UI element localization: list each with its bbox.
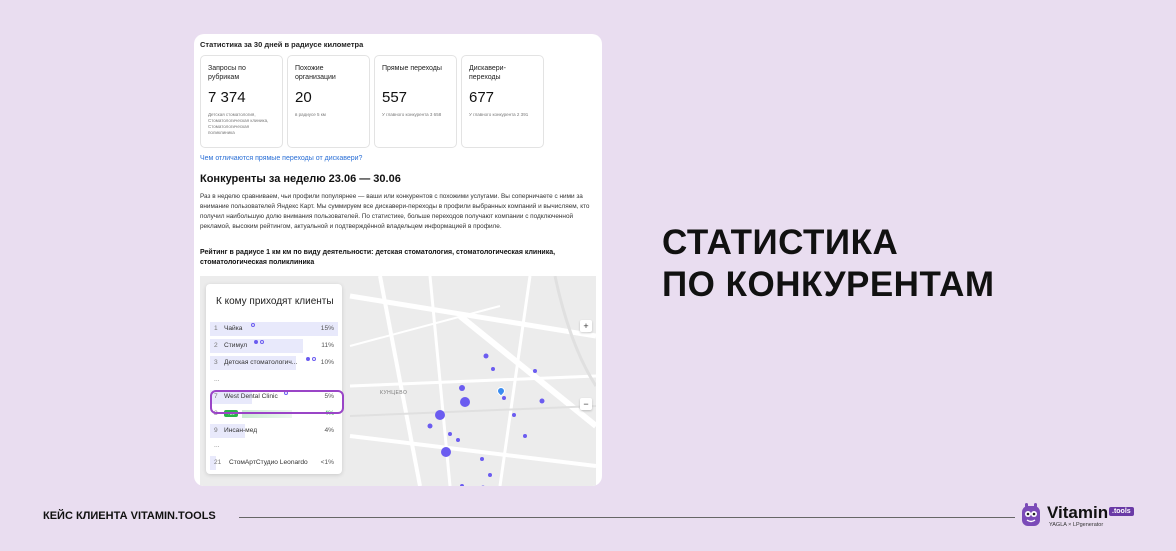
competitor-name: СтомАртСтудио Leonardo xyxy=(229,459,308,466)
competitor-row[interactable]: 1 Чайка 15% xyxy=(210,322,338,336)
competitors-panel: К кому приходят клиенты 1 Чайка 15% 2 Ст… xyxy=(206,284,342,474)
headline-line-1: СТАТИСТИКА xyxy=(662,223,899,262)
map-marker-icon xyxy=(254,340,258,344)
competitor-row[interactable]: 21 СтомАртСтудио Leonardo <1% xyxy=(210,456,338,470)
rank: 3 xyxy=(214,359,218,366)
district-label: КУНЦЕВО xyxy=(380,390,408,396)
ellipsis: ... xyxy=(214,442,220,449)
map-marker-icon xyxy=(312,357,316,361)
headline: СТАТИСТИКА ПО КОНКУРЕНТАМ xyxy=(662,222,995,306)
competitors-map[interactable]: КУНЦЕВО + − К кому приходят клиенты 1 Ча… xyxy=(200,276,596,486)
tile-value: 557 xyxy=(382,89,408,106)
competitor-name: Стимул xyxy=(224,342,248,349)
competitor-row[interactable]: 3 Детская стоматологич... 10% xyxy=(210,356,338,370)
footer-divider xyxy=(239,517,1015,518)
statistics-card: Статистика за 30 дней в радиусе километр… xyxy=(194,34,602,486)
stat-tile-direct: Прямые переходы 557 У главного конкурент… xyxy=(374,55,457,148)
competitor-name: Детская стоматологич... xyxy=(224,359,298,366)
tile-label: Дискавери-переходы xyxy=(469,65,506,81)
transitions-help-link[interactable]: Чем отличаются прямые переходы от дискав… xyxy=(200,155,362,162)
vitamin-logo: Vitamin .tools YAGLA × LPgenerator xyxy=(1020,503,1155,531)
competitor-name: Инсан-мед xyxy=(224,427,258,434)
stats-title: Статистика за 30 дней в радиусе километр… xyxy=(200,40,364,49)
competitor-share: 4% xyxy=(324,427,334,434)
tile-note: У главного конкурента 3 658 xyxy=(382,112,442,117)
competitor-share: 11% xyxy=(321,342,334,349)
tile-value: 7 374 xyxy=(208,89,246,106)
own-company-highlight xyxy=(210,390,344,414)
ellipsis: ... xyxy=(214,376,220,383)
rank: 1 xyxy=(214,325,218,332)
list-gap: ... xyxy=(210,439,338,453)
logo-badge: .tools xyxy=(1109,507,1134,516)
tile-note: У главного конкурента 2 391 xyxy=(469,112,529,117)
rank: 9 xyxy=(214,427,218,434)
competitor-name: Чайка xyxy=(224,325,243,332)
competitors-description: Раз в неделю сравниваем, чьи профили поп… xyxy=(200,193,590,230)
logo-subtitle: YAGLA × LPgenerator xyxy=(1049,522,1104,528)
zoom-in-button[interactable]: + xyxy=(580,320,592,332)
tile-note: Детская стоматология, Стоматологическая … xyxy=(208,112,269,135)
footer-label: КЕЙС КЛИЕНТА VITAMIN.TOOLS xyxy=(43,510,216,522)
tile-value: 20 xyxy=(295,89,312,106)
vitamin-mascot-icon xyxy=(1022,503,1040,526)
logo-wordmark: Vitamin xyxy=(1047,503,1109,522)
rank: 21 xyxy=(214,459,222,466)
tile-label: Похожие организации xyxy=(295,65,336,81)
list-gap: ... xyxy=(210,373,338,387)
rank: 2 xyxy=(214,342,218,349)
stat-tile-discovery: Дискавери-переходы 677 У главного конкур… xyxy=(461,55,544,148)
stat-tile-queries: Запросы по рубрикам 7 374 Детская стомат… xyxy=(200,55,283,148)
headline-line-2: ПО КОНКУРЕНТАМ xyxy=(662,265,995,304)
tile-label: Прямые переходы xyxy=(382,65,442,72)
tile-note: в радиусе 5 км xyxy=(295,112,326,117)
stat-tile-similar: Похожие организации 20 в радиусе 5 км xyxy=(287,55,370,148)
map-marker-icon xyxy=(251,323,255,327)
competitors-heading: Конкуренты за неделю 23.06 — 30.06 xyxy=(200,173,401,185)
panel-title: К кому приходят клиенты xyxy=(216,296,334,307)
competitor-row[interactable]: 9 Инсан-мед 4% xyxy=(210,424,338,438)
competitor-share: 15% xyxy=(320,325,334,332)
zoom-out-button[interactable]: − xyxy=(580,398,592,410)
competitor-share: 10% xyxy=(320,359,334,366)
competitor-row[interactable]: 2 Стимул 11% xyxy=(210,339,338,353)
tile-label: Запросы по рубрикам xyxy=(208,65,246,81)
map-marker-icon xyxy=(306,357,310,361)
tile-value: 677 xyxy=(469,89,495,106)
competitor-share: <1% xyxy=(320,459,334,466)
map-marker-icon xyxy=(260,340,264,344)
stat-tiles: Запросы по рубрикам 7 374 Детская стомат… xyxy=(200,55,544,148)
rating-caption: Рейтинг в радиусе 1 км км по виду деятел… xyxy=(200,249,556,266)
